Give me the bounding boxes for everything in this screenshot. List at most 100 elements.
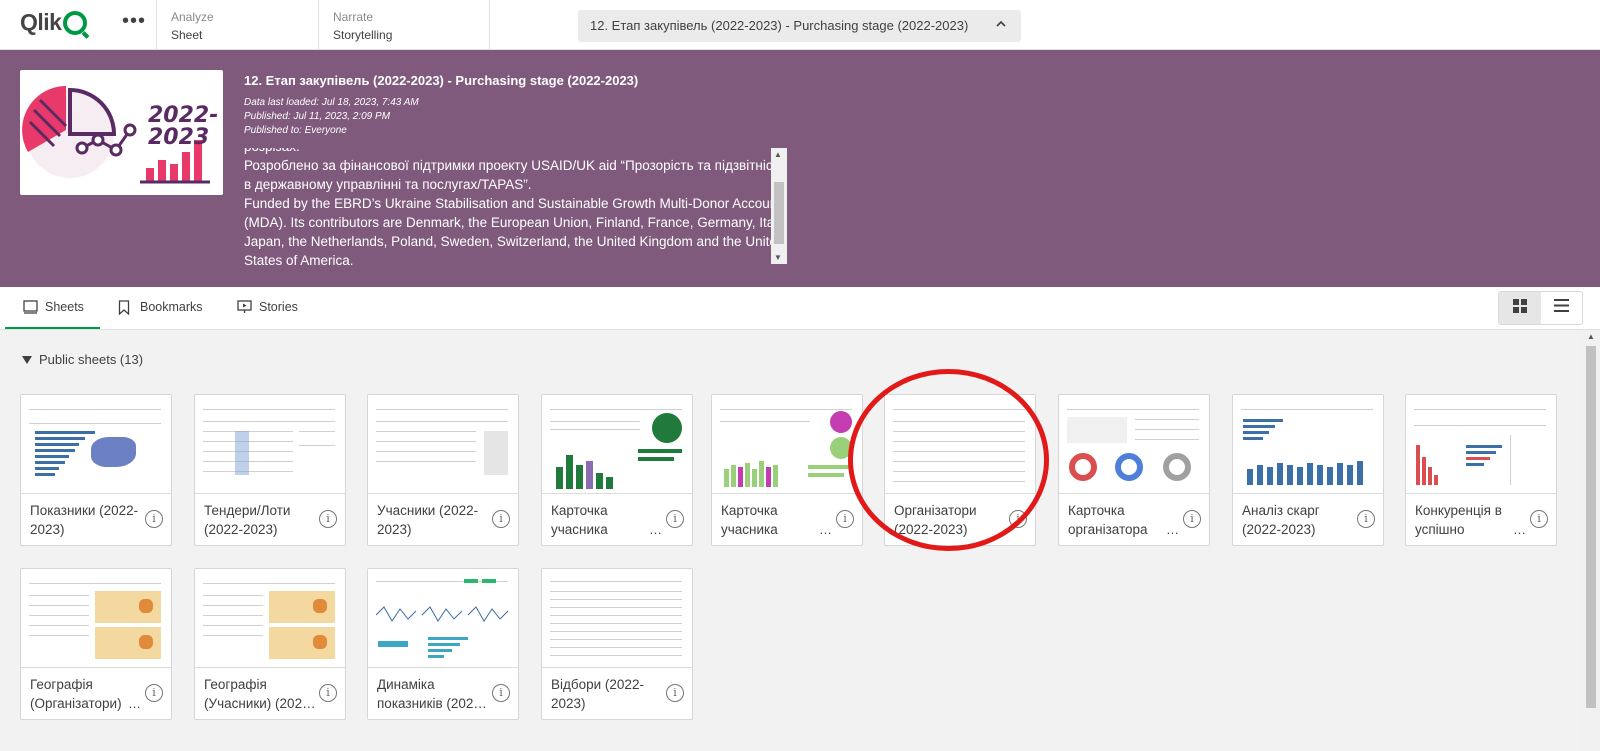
tab-stories[interactable]: Stories [237, 287, 298, 329]
info-icon[interactable]: i [492, 510, 510, 528]
truncation-ellipsis: … [819, 522, 832, 537]
info-icon[interactable]: i [1357, 510, 1375, 528]
sheet-preview [368, 569, 518, 668]
sheet-preview [542, 395, 692, 494]
story-icon [237, 300, 252, 314]
sheet-preview [21, 569, 171, 668]
app-title-dropdown[interactable]: 12. Етап закупівель (2022-2023) - Purcha… [578, 10, 1021, 42]
more-menu-button[interactable]: ••• [122, 10, 146, 33]
app-header: 2022- 2023 12. Етап закупівель (2022-202… [0, 50, 1600, 287]
tab-bookmarks-label: Bookmarks [140, 300, 203, 314]
info-icon[interactable]: i [836, 510, 854, 528]
sheet-preview [21, 395, 171, 494]
sheet-card[interactable]: Організатори (2022-2023) i [884, 394, 1036, 546]
sheet-title: Географія (Учасники) (202… [204, 677, 316, 711]
view-toggle [1498, 291, 1583, 325]
sheet-preview [1233, 395, 1383, 494]
scroll-up-arrow-icon[interactable]: ▲ [774, 150, 782, 159]
public-sheets-toggle[interactable]: Public sheets (13) [22, 352, 143, 367]
narrate-label: Narrate [333, 10, 374, 24]
description-line: Розроблено за фінансової підтримки проек… [244, 158, 786, 192]
info-icon[interactable]: i [1530, 510, 1548, 528]
asset-tabs-bar: Sheets Bookmarks Stories [0, 287, 1600, 330]
scroll-up-arrow-icon[interactable]: ▲ [1587, 332, 1595, 341]
sheet-icon [23, 300, 38, 314]
sheet-card[interactable]: Конкуренція в успішно … i [1405, 394, 1557, 546]
analyze-label: Analyze [171, 10, 214, 24]
description-line: Funded by the EBRD’s Ukraine Stabilisati… [244, 196, 787, 268]
truncation-ellipsis: … [1166, 522, 1179, 537]
sheet-card[interactable]: Відбори (2022-2023) i [541, 568, 693, 720]
tab-bookmarks[interactable]: Bookmarks [118, 287, 203, 329]
analyze-section[interactable]: Analyze Sheet [156, 0, 318, 49]
bookmark-icon [118, 300, 132, 316]
sheet-title: Організатори (2022-2023) [894, 503, 977, 537]
sheet-card[interactable]: Географія (Організатори) … i [20, 568, 172, 720]
sheet-title: Показники (2022-2023) [30, 503, 139, 537]
description-scrollbar[interactable]: ▲ ▼ [771, 148, 787, 264]
sheet-card[interactable]: Аналіз скарг (2022-2023) i [1232, 394, 1384, 546]
narrate-section[interactable]: Narrate Storytelling [318, 0, 490, 49]
sheet-title: Аналіз скарг (2022-2023) [1242, 503, 1320, 537]
truncation-ellipsis: … [649, 522, 662, 537]
info-icon[interactable]: i [666, 510, 684, 528]
app-description: розрізах. Розроблено за фінансової підтр… [244, 148, 788, 268]
sheet-card[interactable]: Тендери/Лоти (2022-2023) i [194, 394, 346, 546]
sheet-card[interactable]: Карточка організатора … i [1058, 394, 1210, 546]
sheet-title: Відбори (2022-2023) [551, 677, 644, 711]
qlik-q-icon [63, 10, 88, 35]
main-scrollbar[interactable]: ▲ [1582, 330, 1600, 751]
published-date: Published: Jul 11, 2023, 2:09 PM [244, 111, 391, 122]
app-thumbnail: 2022- 2023 [20, 70, 223, 195]
sheet-title: Тендери/Лоти (2022-2023) [204, 503, 291, 537]
sheet-card[interactable]: Карточка учасника … i [541, 394, 693, 546]
narrate-value: Storytelling [333, 28, 393, 42]
sheet-preview [542, 569, 692, 668]
info-icon[interactable]: i [319, 510, 337, 528]
info-icon[interactable]: i [1183, 510, 1201, 528]
sheet-card[interactable]: Динаміка показників (202… i [367, 568, 519, 720]
app-thumbnail-graphic-icon: 2022- 2023 [22, 86, 218, 184]
info-icon[interactable]: i [666, 684, 684, 702]
sheet-title: Учасники (2022-2023) [377, 503, 479, 537]
grid-view-button[interactable] [1499, 292, 1541, 324]
published-to: Published to: Everyone [244, 125, 347, 136]
logo-text: Qlik [20, 9, 62, 35]
caret-down-icon [22, 355, 32, 364]
info-icon[interactable]: i [145, 510, 163, 528]
sheet-preview [1406, 395, 1556, 494]
main-scroll-thumb[interactable] [1586, 346, 1596, 708]
sheet-preview [368, 395, 518, 494]
truncation-ellipsis: … [128, 696, 141, 711]
app-title-text: 12. Етап закупівель (2022-2023) - Purcha… [590, 18, 969, 33]
sheet-preview [195, 569, 345, 668]
data-last-loaded: Data last loaded: Jul 18, 2023, 7:43 AM [244, 97, 419, 108]
sheet-card[interactable]: Географія (Учасники) (202… i [194, 568, 346, 720]
info-icon[interactable]: i [1009, 510, 1027, 528]
sheet-card[interactable]: Учасники (2022-2023) i [367, 394, 519, 546]
description-scroll-thumb[interactable] [774, 182, 784, 244]
tab-sheets[interactable]: Sheets [5, 287, 100, 329]
sheet-card[interactable]: Показники (2022-2023) i [20, 394, 172, 546]
top-bar: Qlik ••• Analyze Sheet Narrate Storytell… [0, 0, 1600, 50]
grid-icon [1512, 298, 1527, 318]
sheet-card[interactable]: Карточка учасника … i [711, 394, 863, 546]
chevron-up-icon [995, 18, 1007, 33]
info-icon[interactable]: i [492, 684, 510, 702]
description-line: розрізах. [244, 148, 788, 156]
sheet-preview [195, 395, 345, 494]
qlik-logo[interactable]: Qlik [20, 9, 88, 36]
info-icon[interactable]: i [319, 684, 337, 702]
analyze-value: Sheet [171, 28, 203, 42]
list-icon [1553, 299, 1569, 317]
list-view-button[interactable] [1541, 292, 1583, 324]
app-title: 12. Етап закупівель (2022-2023) - Purcha… [244, 73, 639, 88]
tab-sheets-label: Sheets [45, 300, 84, 314]
info-icon[interactable]: i [145, 684, 163, 702]
sheet-preview [1059, 395, 1209, 494]
sheet-title: Динаміка показників (202… [377, 677, 487, 711]
sheet-preview [712, 395, 862, 494]
public-sheets-label: Public sheets (13) [39, 352, 144, 367]
tab-stories-label: Stories [259, 300, 298, 314]
scroll-down-arrow-icon[interactable]: ▼ [774, 253, 782, 262]
